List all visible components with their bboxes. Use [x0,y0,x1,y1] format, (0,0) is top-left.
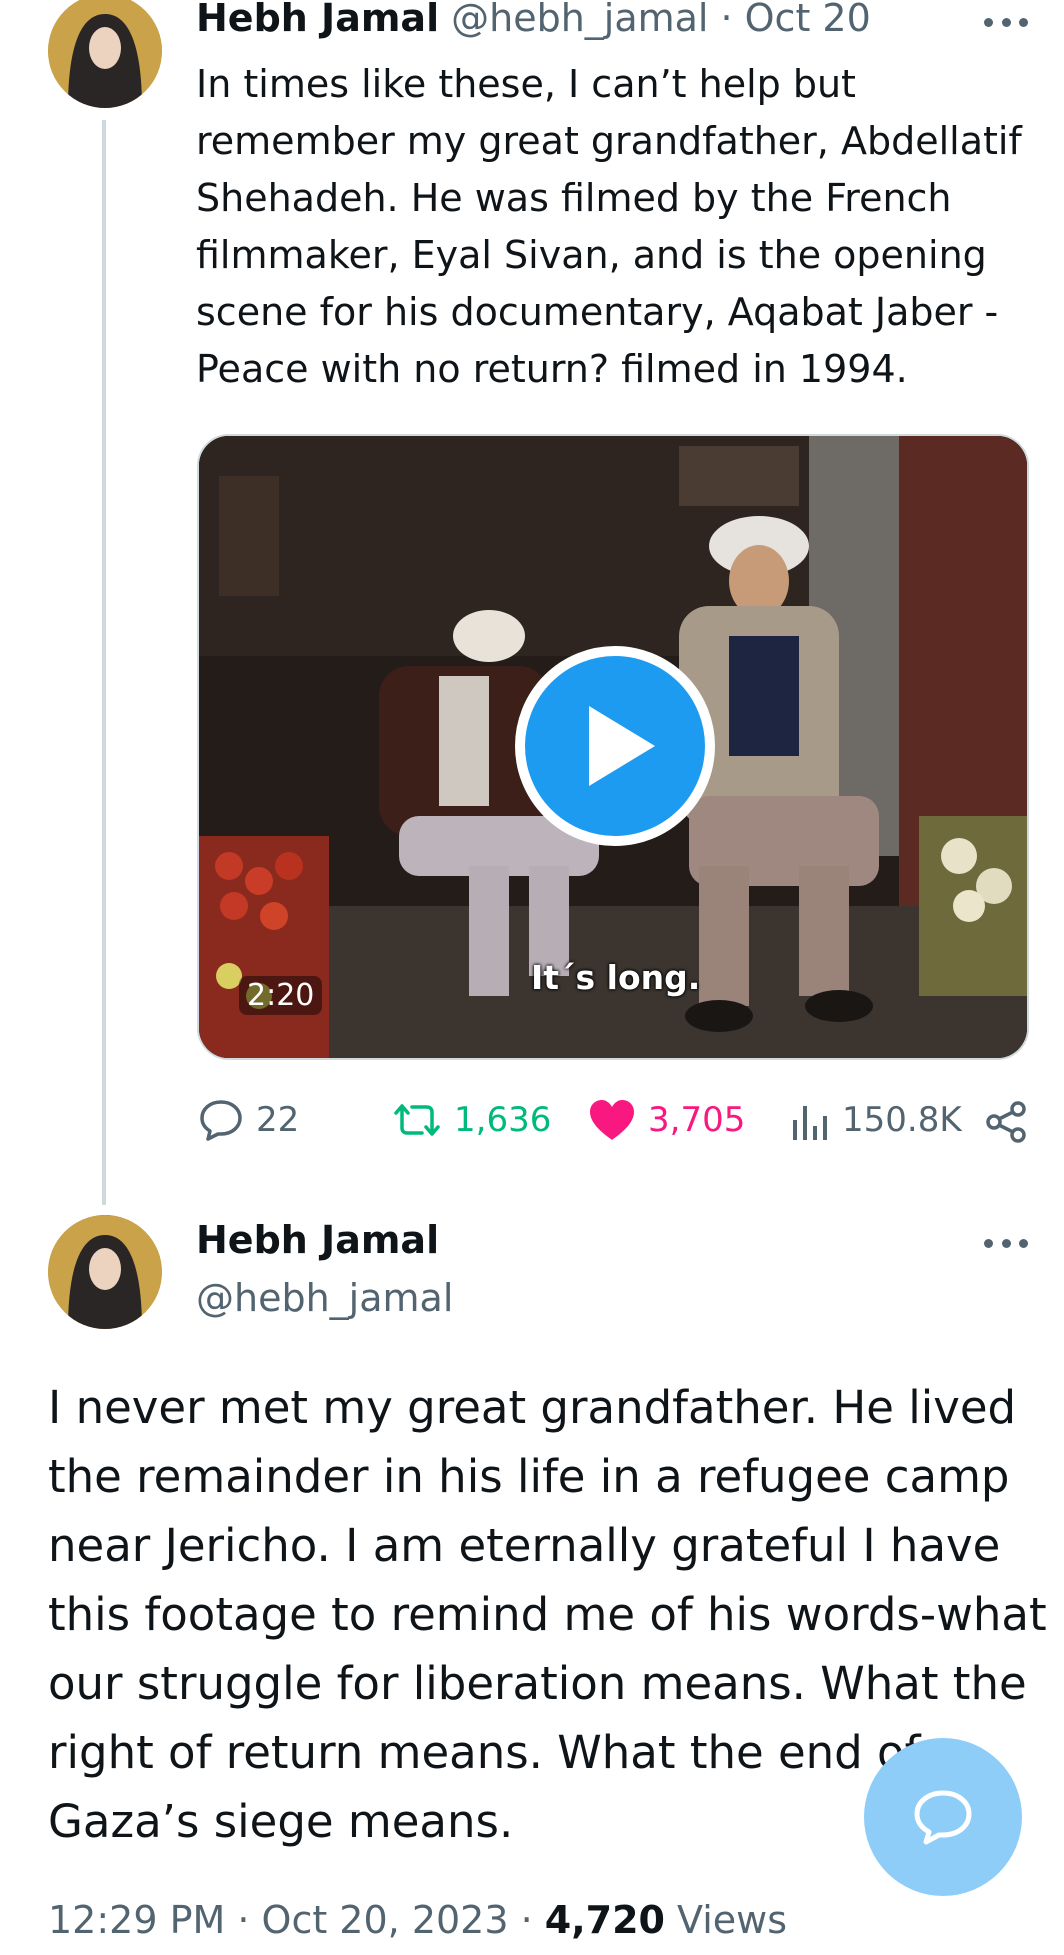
tweet-text-line: I never met my great grandfather. He liv… [48,1381,1017,1434]
views-count: 150.8K [842,1100,962,1140]
tweet-text-line: filmmaker, Eyal Sivan, and is the openin… [196,233,987,277]
heart-icon [590,1100,634,1140]
video-duration: 2:20 [239,976,323,1015]
more-dots-icon[interactable] [984,12,1028,32]
play-icon [589,706,655,786]
retweet-count: 1,636 [454,1100,552,1140]
tweet-text-line: our struggle for liberation means. What … [48,1657,1027,1710]
bar-chart-icon [793,1106,827,1140]
author-handle[interactable]: @hebh_jamal [451,0,708,40]
compose-reply-button[interactable] [864,1738,1022,1896]
reply-button[interactable]: 22 [198,1098,299,1142]
share-icon [986,1101,1026,1143]
avatar-image [48,1215,162,1329]
retweet-button[interactable]: 1,636 [392,1098,551,1142]
views-label: Views [664,1898,788,1942]
author-handle[interactable]: @hebh_jamal [196,1276,453,1320]
tweet-timestamp-views: 12:29 PM · Oct 20, 2023 · 4,720 Views [48,1898,787,1942]
tweet-text-line: the remainder in his life in a refugee c… [48,1450,1010,1503]
views-button[interactable]: 150.8K [790,1098,962,1142]
more-dots-icon[interactable] [984,1233,1028,1253]
tweet-text-line: near Jericho. I am eternally grateful I … [48,1519,1001,1572]
tweet-text-line: Peace with no return? filmed in 1994. [196,347,908,391]
tweet-header: Hebh Jamal @hebh_jamal · Oct 20 [196,0,871,40]
views-count: 4,720 [544,1898,665,1942]
video-player[interactable]: 2:20 It´s long. [197,434,1029,1060]
avatar-image [48,0,162,108]
share-button[interactable] [984,1100,1028,1148]
thread-connector-line [102,120,106,1205]
tweet-text-line: Shehadeh. He was filmed by the French [196,176,952,220]
author-name[interactable]: Hebh Jamal [196,1218,439,1262]
tweet-text-line: this footage to remind me of his words-w… [48,1588,1047,1641]
video-subtitle: It´s long. [531,958,701,997]
tweet-text-line: In times like these, I can’t help but [196,62,856,106]
tweet-text: In times like these, I can’t help but re… [196,56,1036,398]
avatar[interactable] [48,0,162,108]
like-button[interactable]: 3,705 [588,1098,745,1142]
speech-bubble-icon [200,1100,242,1141]
author-name[interactable]: Hebh Jamal [196,0,439,40]
avatar[interactable] [48,1215,162,1329]
play-button[interactable] [515,646,715,846]
tweet-date[interactable]: · Oct 20 [720,0,870,40]
compose-reply-icon [914,1790,972,1845]
tweet-timestamp[interactable]: 12:29 PM · Oct 20, 2023 · [48,1898,545,1942]
reply-count: 22 [256,1100,300,1140]
retweet-icon [394,1104,440,1136]
tweet-text-line: remember my great grandfather, Abdellati… [196,119,1022,163]
like-count: 3,705 [648,1100,746,1140]
tweet-text-line: scene for his documentary, Aqabat Jaber … [196,290,999,334]
